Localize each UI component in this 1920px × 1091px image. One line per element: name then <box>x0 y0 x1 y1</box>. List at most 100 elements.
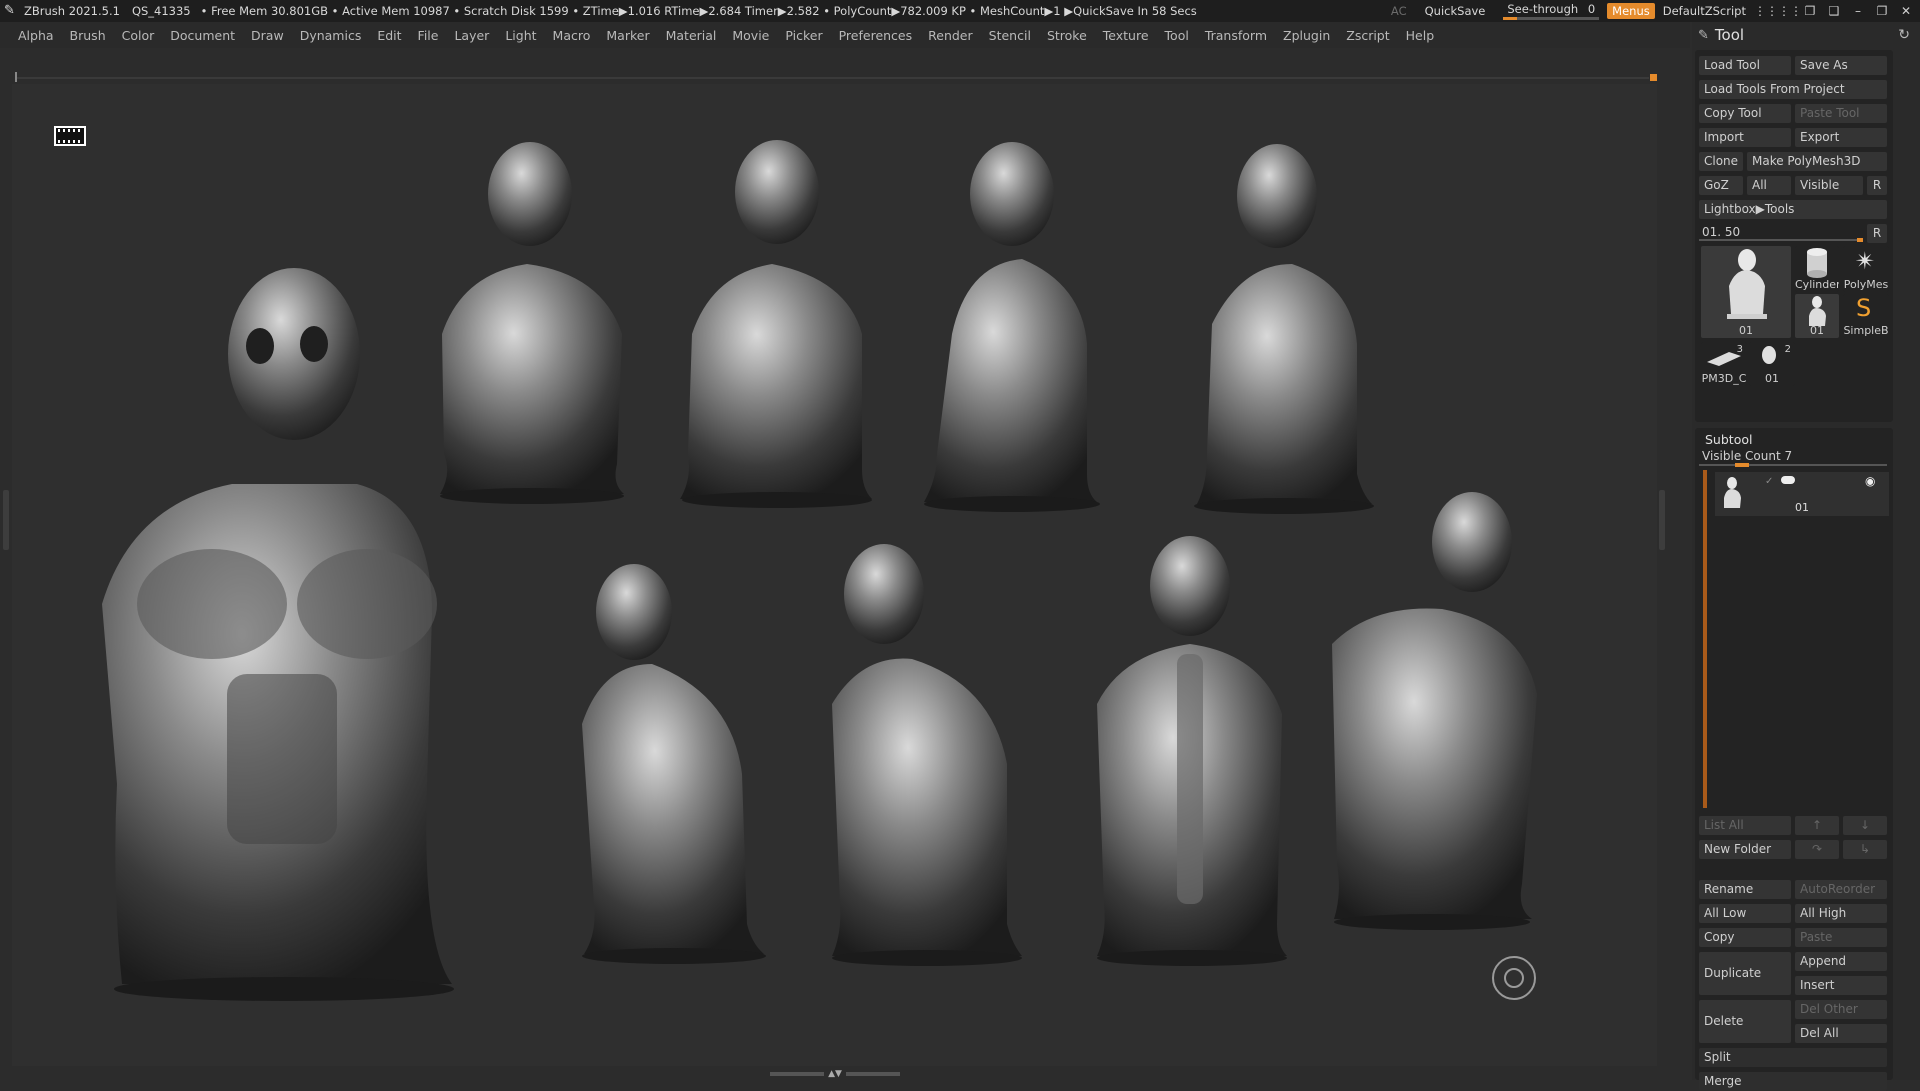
auto-reorder-button[interactable]: AutoReorder <box>1795 880 1887 899</box>
del-all-button[interactable]: Del All <box>1795 1024 1887 1043</box>
menu-light[interactable]: Light <box>497 28 544 43</box>
save-as-button[interactable]: Save As <box>1795 56 1887 75</box>
all-low-button[interactable]: All Low <box>1699 904 1791 923</box>
load-tool-button[interactable]: Load Tool <box>1699 56 1791 75</box>
menu-document[interactable]: Document <box>162 28 243 43</box>
move-down-icon[interactable]: ↓ <box>1843 816 1887 835</box>
menu-movie[interactable]: Movie <box>724 28 777 43</box>
window-alt-icon[interactable]: ❑ <box>1826 4 1842 18</box>
all-high-button[interactable]: All High <box>1795 904 1887 923</box>
menu-file[interactable]: File <box>410 28 447 43</box>
see-through-label: See-through <box>1507 2 1579 16</box>
duplicate-button[interactable]: Duplicate <box>1699 952 1791 995</box>
menu-preferences[interactable]: Preferences <box>831 28 921 43</box>
menus-toggle-button[interactable]: Menus <box>1607 3 1655 19</box>
bottom-tray-handle[interactable]: ▲▼ <box>770 1070 900 1079</box>
folder-down-icon[interactable]: ↳ <box>1843 840 1887 859</box>
tool-thumb-simpleb[interactable]: S SimpleB <box>1843 294 1889 338</box>
minimize-icon[interactable]: – <box>1850 4 1866 18</box>
menu-transform[interactable]: Transform <box>1197 28 1275 43</box>
menu-macro[interactable]: Macro <box>545 28 599 43</box>
menu-brush[interactable]: Brush <box>62 28 114 43</box>
pin-icon[interactable]: ✎ <box>1698 28 1709 43</box>
new-folder-button[interactable]: New Folder <box>1699 840 1791 859</box>
bust-bottom-2 <box>832 544 1022 966</box>
menu-zplugin[interactable]: Zplugin <box>1275 28 1338 43</box>
maximize-icon[interactable]: ❐ <box>1874 4 1890 18</box>
copy-tool-button[interactable]: Copy Tool <box>1699 104 1791 123</box>
goz-button[interactable]: GoZ <box>1699 176 1743 195</box>
subtool-brush-icon[interactable]: ✓ <box>1765 476 1773 487</box>
paste-button[interactable]: Paste <box>1795 928 1887 947</box>
see-through-slider[interactable]: See-through 0 <box>1503 2 1600 20</box>
list-all-button[interactable]: List All <box>1699 816 1791 835</box>
subtool-item[interactable]: ✓ ◉ 01 <box>1715 472 1889 516</box>
figure-small-icon <box>1809 296 1826 326</box>
menu-tool[interactable]: Tool <box>1157 28 1197 43</box>
subtool-visibility-toggle[interactable] <box>1781 476 1795 484</box>
clone-button[interactable]: Clone <box>1699 152 1743 171</box>
close-icon[interactable]: ✕ <box>1898 4 1914 18</box>
subtool-scrollbar[interactable] <box>1703 470 1707 808</box>
menu-picker[interactable]: Picker <box>777 28 830 43</box>
eye-icon[interactable]: ◉ <box>1865 474 1875 488</box>
right-tray-handle[interactable] <box>1659 490 1665 550</box>
lightbox-tools-button[interactable]: Lightbox▶Tools <box>1699 200 1887 219</box>
window-icon[interactable]: ❐ <box>1802 4 1818 18</box>
refresh-icon[interactable]: ↻ <box>1898 27 1910 43</box>
goz-r-button[interactable]: R <box>1867 176 1887 195</box>
menu-color[interactable]: Color <box>114 28 163 43</box>
document-canvas[interactable] <box>12 84 1657 1066</box>
tool-thumb-pm3d[interactable]: 3 PM3D_C <box>1701 342 1747 386</box>
menu-stroke[interactable]: Stroke <box>1039 28 1095 43</box>
del-other-button[interactable]: Del Other <box>1795 1000 1887 1019</box>
menu-texture[interactable]: Texture <box>1095 28 1157 43</box>
load-tools-from-project-button[interactable]: Load Tools From Project <box>1699 80 1887 99</box>
layout-icon[interactable]: ⋮⋮ <box>1754 4 1778 18</box>
make-polymesh3d-button[interactable]: Make PolyMesh3D <box>1747 152 1887 171</box>
visible-count-slider[interactable]: Visible Count 7 <box>1699 448 1887 467</box>
navigation-circle-icon[interactable] <box>1492 956 1536 1000</box>
tool-thumb-cylinder[interactable]: Cylinder <box>1795 246 1839 292</box>
tool-thumb-figure[interactable]: 01 <box>1795 294 1839 338</box>
tool-thumb-polymesh[interactable]: ✴ PolyMes <box>1843 246 1889 292</box>
tool-slider[interactable]: 01. 50 R <box>1699 224 1887 243</box>
menu-alpha[interactable]: Alpha <box>10 28 62 43</box>
folder-move-icon[interactable]: ↷ <box>1795 840 1839 859</box>
tool-slider-r-button[interactable]: R <box>1867 224 1887 243</box>
orange-marker[interactable] <box>1650 74 1657 81</box>
default-zscript-button[interactable]: DefaultZScript <box>1663 4 1746 18</box>
delete-button[interactable]: Delete <box>1699 1000 1791 1043</box>
menu-stencil[interactable]: Stencil <box>981 28 1039 43</box>
copy-button[interactable]: Copy <box>1699 928 1791 947</box>
quicksave-button[interactable]: QuickSave <box>1425 4 1486 18</box>
menu-layer[interactable]: Layer <box>446 28 497 43</box>
menu-draw[interactable]: Draw <box>243 28 292 43</box>
left-tray-handle[interactable] <box>3 490 9 550</box>
bust-bottom-4 <box>1332 492 1537 930</box>
rename-button[interactable]: Rename <box>1699 880 1791 899</box>
tool-thumb-main[interactable]: 01 <box>1701 246 1791 338</box>
menu-render[interactable]: Render <box>920 28 981 43</box>
export-button[interactable]: Export <box>1795 128 1887 147</box>
menu-edit[interactable]: Edit <box>369 28 409 43</box>
split-button[interactable]: Split <box>1699 1048 1887 1067</box>
menu-help[interactable]: Help <box>1398 28 1443 43</box>
merge-button[interactable]: Merge <box>1699 1072 1887 1091</box>
move-up-icon[interactable]: ↑ <box>1795 816 1839 835</box>
menu-material[interactable]: Material <box>658 28 725 43</box>
insert-button[interactable]: Insert <box>1795 976 1887 995</box>
goz-all-button[interactable]: All <box>1747 176 1791 195</box>
append-button[interactable]: Append <box>1795 952 1887 971</box>
layout-alt-icon[interactable]: ⋮⋮ <box>1778 4 1802 18</box>
tool-thumb-head[interactable]: 2 01 <box>1749 342 1795 386</box>
goz-visible-button[interactable]: Visible <box>1795 176 1863 195</box>
import-button[interactable]: Import <box>1699 128 1791 147</box>
canvas-top-ruler[interactable] <box>12 72 1657 82</box>
bust-top-2 <box>680 140 872 508</box>
tool-thumb-head-label: 01 <box>1765 372 1779 385</box>
paste-tool-button[interactable]: Paste Tool <box>1795 104 1887 123</box>
menu-dynamics[interactable]: Dynamics <box>292 28 370 43</box>
menu-zscript[interactable]: Zscript <box>1338 28 1397 43</box>
menu-marker[interactable]: Marker <box>598 28 657 43</box>
